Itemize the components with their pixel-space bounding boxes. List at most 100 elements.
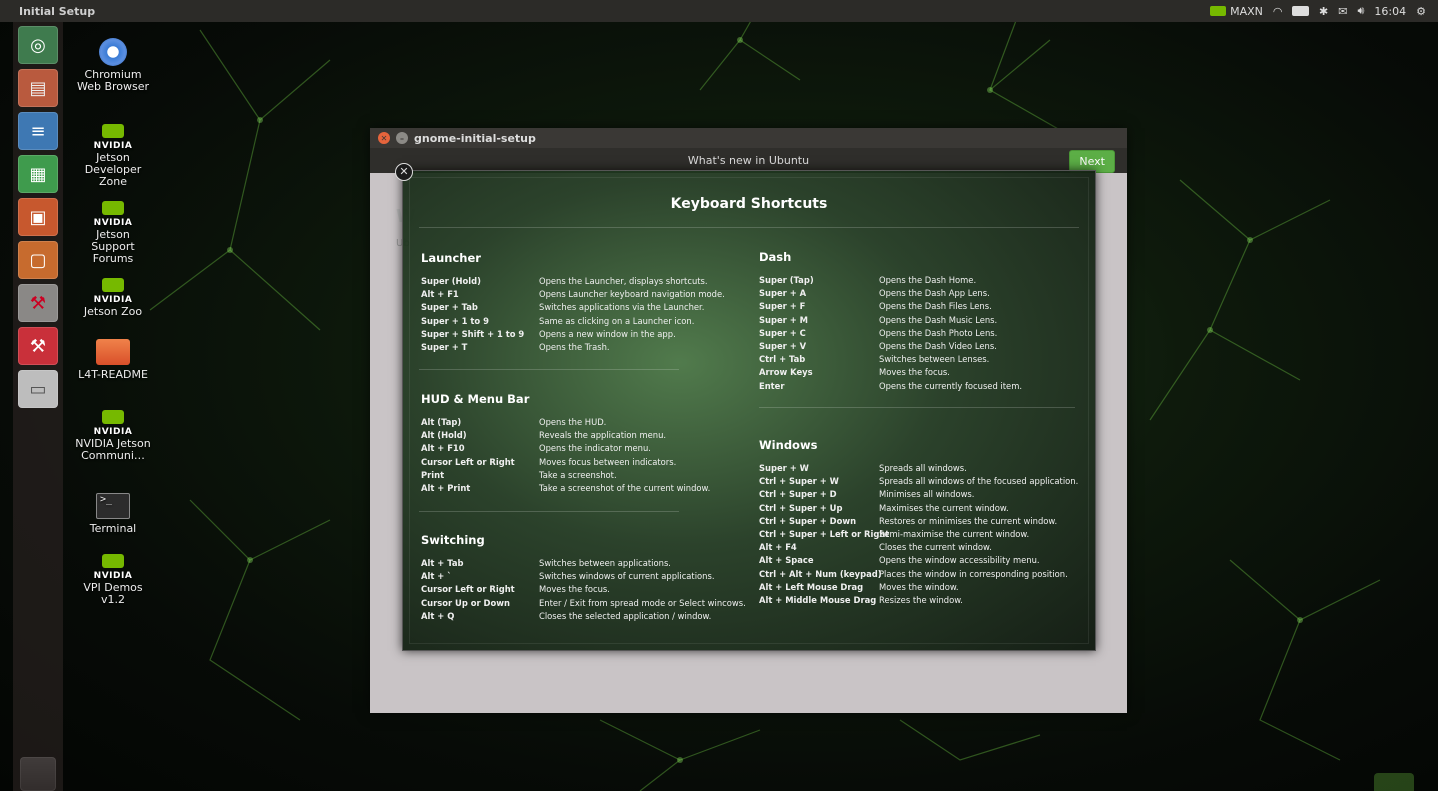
shortcut-key: Ctrl + Tab <box>759 354 806 365</box>
shortcut-key: Enter <box>759 380 785 391</box>
volume-icon[interactable]: 🔊︎ <box>1357 4 1364 18</box>
shortcut-key: Cursor Left or Right <box>421 456 515 467</box>
desktop-icon-jetson-support-forums[interactable]: NVIDIA Jetson Support Forums <box>73 201 153 265</box>
shortcut-description: Moves the focus. <box>539 584 610 595</box>
wifi-icon[interactable]: ◠ <box>1273 5 1283 18</box>
shortcut-description: Reveals the application menu. <box>539 430 667 441</box>
shortcut-description: Moves the focus. <box>879 367 950 378</box>
ubuntu-dash-icon[interactable]: ◎ <box>18 26 58 64</box>
divider <box>419 511 679 512</box>
desktop-icon-label: Jetson Support Forums <box>91 228 135 265</box>
desktop-icon-label: Jetson Developer Zone <box>84 151 142 188</box>
shortcut-description: Opens Launcher keyboard navigation mode. <box>539 289 725 300</box>
shortcut-key: Super + W <box>759 463 809 473</box>
shortcut-row: Enter Opens the currently focused item. <box>759 380 1022 393</box>
impress-icon[interactable]: ▣ <box>18 198 58 236</box>
desktop-icon-label: VPI Demos v1.2 <box>83 581 143 606</box>
switching-section: Switching Alt + Tab Switches between appl… <box>421 533 746 623</box>
shortcut-key: Alt + Tab <box>421 558 464 568</box>
drive-icon[interactable]: ▭ <box>18 370 58 408</box>
shortcut-description: Resizes the window. <box>879 595 963 606</box>
desktop-icon-jetson-developer-zone[interactable]: NVIDIA Jetson Developer Zone <box>73 124 153 188</box>
shortcut-key: Cursor Up or Down <box>421 597 510 608</box>
shortcut-description: Opens the window accessibility menu. <box>879 555 1040 566</box>
shortcut-row: Super + 1 to 9 Same as clicking on a Laun… <box>421 315 725 328</box>
files-icon[interactable]: ▤ <box>18 69 58 107</box>
shortcut-description: Opens the indicator menu. <box>539 443 651 454</box>
shortcut-key: Ctrl + Super + Left or Right <box>759 529 890 540</box>
shortcut-description: Restores or minimises the current window… <box>879 515 1058 526</box>
shortcut-description: Places the window in corresponding posit… <box>879 568 1068 579</box>
software-center-icon[interactable]: ▢ <box>18 241 58 279</box>
power-mode-indicator[interactable]: MAXN <box>1210 5 1263 18</box>
windows-section: Windows Super + W Spreads all windows. Ctr… <box>759 438 1078 607</box>
shortcut-row: Alt (Hold) Reveals the application menu. <box>421 429 710 442</box>
shortcut-description: Take a screenshot. <box>539 469 617 480</box>
shortcut-description: Closes the selected application / window… <box>539 610 712 621</box>
keyboard-layout-indicator[interactable]: En <box>1292 6 1310 16</box>
window-title: gnome-initial-setup <box>414 131 536 145</box>
writer-icon[interactable]: ≡ <box>18 112 58 150</box>
shortcut-description: Opens the Dash App Lens. <box>879 288 990 299</box>
close-icon[interactable]: ✕ <box>395 163 413 181</box>
shortcut-row: Alt + Print Take a screenshot of the curr… <box>421 482 710 495</box>
shortcut-key: Alt + ` <box>421 571 452 582</box>
shortcut-description: Spreads all windows. <box>879 463 967 473</box>
shortcut-row: Ctrl + Alt + Num (keypad) Places the wind… <box>759 568 1078 581</box>
desktop-icon-label: Jetson Zoo <box>83 305 143 318</box>
shortcut-description: Take a screenshot of the current window. <box>539 483 711 494</box>
shortcut-key: Super + 1 to 9 <box>421 315 489 326</box>
gear-icon[interactable]: ⚙ <box>1416 5 1426 18</box>
shortcut-row: Ctrl + Super + Up Maximises the current w… <box>759 502 1078 515</box>
desktop-icon-l4t-readme[interactable]: L4T-README <box>73 338 153 381</box>
nvidia-icon <box>102 410 124 424</box>
calc-icon[interactable]: ▦ <box>18 155 58 193</box>
shortcut-description: Moves the window. <box>879 581 959 592</box>
shortcut-row: Alt + Q Closes the selected application /… <box>421 610 746 623</box>
desktop-icon-label: Chromium Web Browser <box>76 68 150 93</box>
shortcut-row: Alt (Tap) Opens the HUD. <box>421 416 710 429</box>
section-heading: HUD & Menu Bar <box>421 392 530 406</box>
shortcut-row: Super + Shift + 1 to 9 Opens a new window… <box>421 328 725 341</box>
shortcut-key: Alt + F4 <box>759 542 797 553</box>
power-mode-label: MAXN <box>1230 4 1263 18</box>
shortcut-list: Super (Hold) Opens the Launcher, displays… <box>421 275 725 354</box>
nvidia-icon <box>1210 6 1227 16</box>
shortcut-row: Alt + F1 Opens Launcher keyboard navigati… <box>421 288 725 301</box>
folder-icon <box>95 338 131 366</box>
desktop-icon-vpi-demos[interactable]: NVIDIA VPI Demos v1.2 <box>73 554 153 606</box>
shortcut-key: Ctrl + Super + Down <box>759 515 857 526</box>
shortcut-description: Opens the Dash Video Lens. <box>879 341 997 352</box>
active-window-title: Initial Setup <box>19 4 96 18</box>
shortcut-row: Ctrl + Tab Switches between Lenses. <box>759 353 1022 366</box>
desktop-icon-chromium[interactable]: Chromium Web Browser <box>73 38 153 93</box>
desktop-icon-nvidia-jetson-community[interactable]: NVIDIA NVIDIA Jetson Communi… <box>73 410 153 462</box>
mail-icon[interactable]: ✉ <box>1338 5 1347 18</box>
dialog-header-title: What's new in Ubuntu <box>687 154 810 167</box>
desktop-icon-label: L4T-README <box>78 368 148 381</box>
shortcut-description: Switches between Lenses. <box>879 354 990 365</box>
settings-icon[interactable]: ⚒ <box>18 284 58 322</box>
divider <box>419 227 1079 228</box>
top-panel: Initial Setup MAXN ◠ En ✱ ✉ 🔊︎ 16:04 ⚙ <box>0 0 1438 22</box>
shortcut-row: Cursor Left or Right Moves focus between … <box>421 456 710 469</box>
shortcut-key: Super + V <box>759 341 807 352</box>
desktop-icon-jetson-zoo[interactable]: NVIDIA Jetson Zoo <box>73 278 153 318</box>
close-window-button[interactable]: ✕ <box>378 132 390 144</box>
shortcut-row: Arrow Keys Moves the focus. <box>759 366 1022 379</box>
shortcut-row: Ctrl + Super + Left or Right Semi-maximis… <box>759 528 1078 541</box>
shortcut-row: Alt + Tab Switches between applications. <box>421 557 746 570</box>
nvidia-icon <box>102 554 124 568</box>
shortcut-key: Alt + Q <box>421 610 455 621</box>
desktop-icon-terminal[interactable]: >_ Terminal <box>73 492 153 535</box>
minimize-window-button[interactable]: – <box>396 132 408 144</box>
shortcut-row: Alt + Left Mouse Drag Moves the window. <box>759 581 1078 594</box>
shortcut-key: Ctrl + Alt + Num (keypad) <box>759 568 882 579</box>
shortcut-row: Super (Tap) Opens the Dash Home. <box>759 274 1022 287</box>
shortcut-description: Maximises the current window. <box>879 502 1009 513</box>
shortcut-description: Opens the Dash Music Lens. <box>879 314 998 325</box>
system-settings-icon[interactable]: ⚒ <box>18 327 58 365</box>
clock[interactable]: 16:04 <box>1374 5 1406 18</box>
shortcut-row: Alt + Space Opens the window accessibilit… <box>759 554 1078 567</box>
bluetooth-icon[interactable]: ✱ <box>1319 5 1328 18</box>
